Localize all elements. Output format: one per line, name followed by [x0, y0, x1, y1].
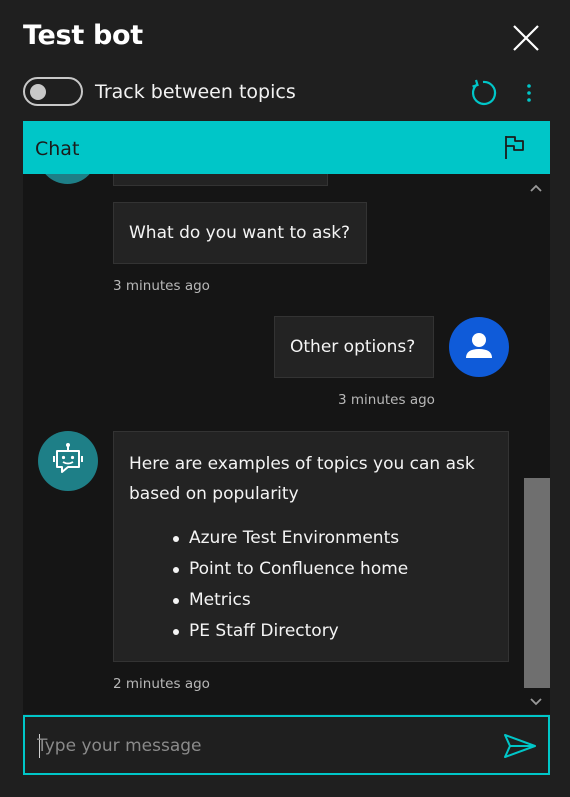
more-vertical-icon [527, 84, 531, 102]
user-icon [466, 333, 492, 358]
bot-message-bubble: What do you want to ask? [113, 202, 367, 264]
scrollbar-thumb[interactable] [524, 478, 550, 688]
message-composer [23, 715, 550, 775]
message-input[interactable] [37, 731, 487, 761]
toggle-knob [30, 84, 46, 100]
bot-avatar [38, 431, 98, 491]
track-between-topics-toggle[interactable] [23, 77, 83, 106]
test-bot-panel: Test bot Track between topics Chat What … [0, 0, 570, 797]
chat-header: Chat [23, 121, 550, 174]
list-item: Azure Test Environments [173, 523, 493, 554]
more-options-button[interactable] [518, 80, 540, 106]
flag-icon [505, 136, 524, 159]
message-bubble [113, 174, 328, 186]
list-item: Point to Confluence home [173, 554, 493, 585]
list-item: PE Staff Directory [173, 616, 493, 647]
scroll-up-button[interactable] [529, 180, 543, 194]
flag-button[interactable] [501, 133, 529, 161]
restart-button[interactable] [468, 78, 498, 108]
close-button[interactable] [510, 22, 542, 54]
send-button[interactable] [503, 731, 537, 761]
send-icon [504, 734, 536, 758]
refresh-icon [472, 79, 497, 106]
scroll-down-button[interactable] [529, 694, 543, 708]
user-message-bubble: Other options? [274, 316, 434, 378]
bot-icon [53, 443, 83, 473]
user-avatar [449, 317, 509, 377]
chevron-down-icon [530, 698, 542, 706]
track-between-topics-label: Track between topics [95, 81, 296, 103]
chevron-up-icon [530, 184, 542, 192]
bot-avatar [38, 174, 97, 184]
message-timestamp: 2 minutes ago [113, 676, 210, 692]
message-text: What do you want to ask? [129, 223, 351, 243]
close-icon [513, 25, 539, 51]
bot-message-bubble: Here are examples of topics you can ask … [113, 431, 509, 662]
panel-title: Test bot [23, 20, 143, 51]
message-text: Other options? [290, 337, 416, 357]
message-timestamp: 3 minutes ago [338, 392, 435, 408]
list-item: Metrics [173, 585, 493, 616]
topic-list: Azure Test Environments Point to Conflue… [129, 523, 493, 647]
chat-tab-label: Chat [35, 138, 80, 160]
message-text: Here are examples of topics you can ask … [129, 454, 475, 504]
message-timestamp: 3 minutes ago [113, 278, 210, 294]
chat-transcript: What do you want to ask? 3 minutes ago O… [23, 174, 550, 714]
chat-scrollbar[interactable] [523, 174, 550, 714]
